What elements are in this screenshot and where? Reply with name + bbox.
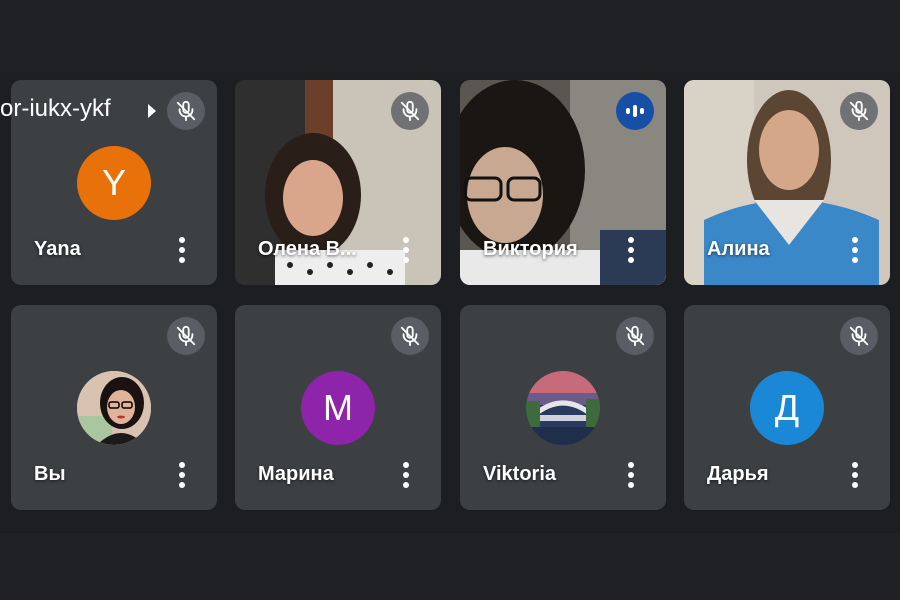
participant-name: Вы: [34, 463, 66, 485]
participant-tile-darya[interactable]: Д Дарья: [684, 305, 890, 510]
participant-name: Yana: [34, 238, 81, 260]
participant-tile-alina[interactable]: Алина: [684, 80, 890, 285]
participant-tile-self[interactable]: Вы: [11, 305, 217, 510]
avatar: М: [301, 371, 375, 445]
more-vert-icon[interactable]: [624, 237, 638, 263]
more-vert-icon[interactable]: [399, 237, 413, 263]
bottom-bar: [0, 533, 900, 600]
more-vert-icon[interactable]: [848, 462, 862, 488]
mic-off-icon: [167, 317, 205, 355]
chevron-right-icon[interactable]: [148, 104, 156, 118]
avatar: [526, 371, 600, 445]
participant-tile-viktoriya[interactable]: Виктория: [460, 80, 666, 285]
more-vert-icon[interactable]: [399, 462, 413, 488]
audio-level-icon: [616, 92, 654, 130]
participant-tile-viktoria[interactable]: Viktoria: [460, 305, 666, 510]
avatar-initial: М: [323, 387, 353, 428]
more-vert-icon[interactable]: [624, 462, 638, 488]
avatar-initial: Y: [101, 162, 126, 203]
avatar: [77, 371, 151, 445]
mic-off-icon: [840, 317, 878, 355]
participant-tile-olena[interactable]: Олена В...: [235, 80, 441, 285]
avatar-initial: Д: [774, 387, 800, 428]
mic-off-icon: [167, 92, 205, 130]
avatar: Y: [77, 146, 151, 220]
more-vert-icon[interactable]: [175, 462, 189, 488]
meeting-code[interactable]: or-iukx-ykf: [0, 95, 111, 123]
avatar: Д: [750, 371, 824, 445]
top-bar: [0, 0, 900, 72]
mic-off-icon: [391, 92, 429, 130]
participant-name: Олена В...: [258, 238, 357, 260]
participant-name: Марина: [258, 463, 334, 485]
more-vert-icon[interactable]: [175, 237, 189, 263]
mic-off-icon: [616, 317, 654, 355]
participant-name: Виктория: [483, 238, 578, 260]
participant-tile-marina[interactable]: М Марина: [235, 305, 441, 510]
mic-off-icon: [391, 317, 429, 355]
participant-name: Алина: [707, 238, 770, 260]
more-vert-icon[interactable]: [848, 237, 862, 263]
mic-off-icon: [840, 92, 878, 130]
participant-name: Viktoria: [483, 463, 556, 485]
participant-name: Дарья: [707, 463, 769, 485]
